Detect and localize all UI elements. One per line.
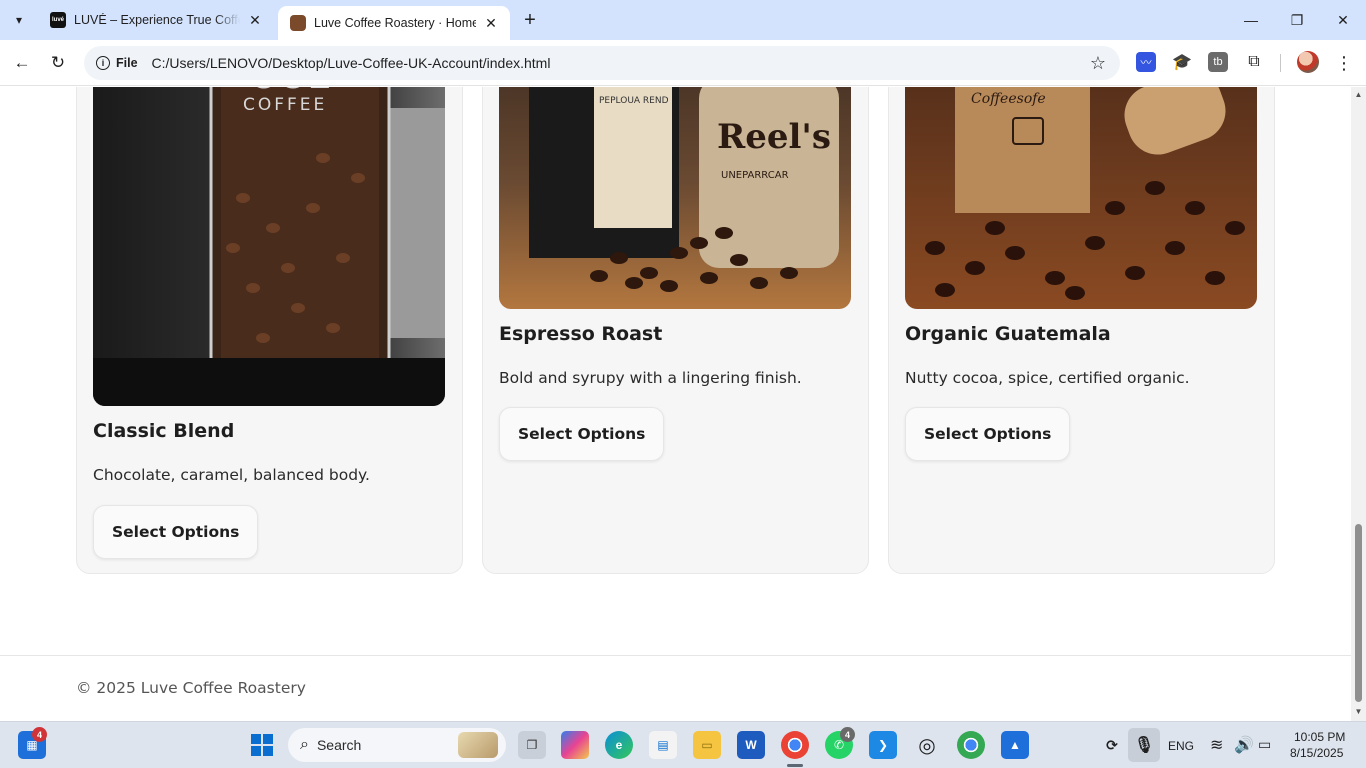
volume-icon[interactable]: 🔊 — [1234, 735, 1254, 755]
page-viewport: 8Oz COFFEE Classic Blend Chocolate, cara… — [0, 87, 1351, 721]
select-options-button[interactable]: Select Options — [93, 505, 259, 559]
page-scrollbar[interactable]: ▲ ▼ — [1351, 87, 1366, 721]
extension-graduation-cap-icon[interactable]: 🎓 — [1172, 52, 1192, 72]
product-description: Chocolate, caramel, balanced body. — [93, 466, 370, 484]
kraft-bag-illustration: Coffeesofe — [925, 87, 1245, 300]
coffee-bags-illustration: PEPLOUA REND Reel's UNEPARRCAR — [529, 87, 839, 292]
restore-window-icon[interactable]: ❐ — [1274, 0, 1320, 40]
product-description: Bold and syrupy with a lingering finish. — [499, 369, 802, 387]
clock-time[interactable]: 10:05 PM — [1294, 730, 1345, 744]
product-name: Classic Blend — [93, 420, 235, 442]
url-text[interactable]: C:/Users/LENOVO/Desktop/Luve-Coffee-UK-A… — [152, 55, 551, 71]
extensions-puzzle-icon[interactable]: ⧉ — [1244, 52, 1264, 72]
back-arrow-icon[interactable]: ← — [9, 50, 35, 76]
scroll-down-arrow-icon[interactable]: ▼ — [1354, 707, 1363, 716]
address-bar[interactable]: i File C:/Users/LENOVO/Desktop/Luve-Coff… — [84, 46, 1120, 80]
tab-title: LUVÉ – Experience True Coffee Excellence — [74, 13, 240, 27]
new-tab-button[interactable]: + — [518, 8, 542, 32]
task-view-icon[interactable]: ❐ — [518, 731, 546, 759]
tab-title: Luve Coffee Roastery · Home — [314, 16, 476, 30]
site-info-chip[interactable]: i File — [94, 51, 148, 75]
windows-taskbar: ▦ 4 ⌕ Search ❐ e ▤ ▭ W ✆ 4 ❯ ◎ ▲ ⟳ 🎙 ENG… — [0, 721, 1366, 768]
tray-app-icon[interactable]: ⟳ — [1098, 731, 1126, 759]
clock-date[interactable]: 8/15/2025 — [1290, 746, 1343, 760]
vscode-icon[interactable]: ❯ — [869, 731, 897, 759]
footer-copyright: © 2025 Luve Coffee Roastery — [76, 679, 306, 697]
svg-text:Reel's: Reel's — [717, 117, 831, 157]
search-label: Search — [316, 737, 362, 753]
svg-text:COFFEE: COFFEE — [243, 95, 327, 115]
svg-text:UNEPARRCAR: UNEPARRCAR — [721, 170, 789, 181]
bookmark-star-icon[interactable]: ☆ — [1090, 53, 1106, 74]
classic-blend-image: 8Oz COFFEE — [93, 87, 445, 406]
chrome-browser-icon[interactable] — [781, 731, 809, 759]
coffee-jar-illustration: 8Oz COFFEE — [93, 87, 445, 406]
start-windows-icon[interactable] — [248, 731, 276, 759]
footer-divider — [0, 655, 1351, 656]
taskbar-search-box[interactable]: ⌕ Search — [288, 728, 506, 762]
whatsapp-badge: 4 — [840, 727, 855, 742]
tab-luve-home[interactable]: Luve Coffee Roastery · Home ✕ — [278, 6, 510, 40]
app-ring-icon[interactable]: ◎ — [913, 731, 941, 759]
coffee-favicon-icon — [290, 15, 306, 31]
file-explorer-icon[interactable]: ▭ — [693, 731, 721, 759]
organic-guatemala-image: Coffeesofe — [905, 87, 1257, 309]
browser-tab-bar: ▾ luvé LUVÉ – Experience True Coffee Exc… — [0, 0, 1366, 40]
widgets-badge: 4 — [32, 727, 47, 742]
product-name: Organic Guatemala — [905, 323, 1111, 345]
close-tab-icon[interactable]: ✕ — [246, 11, 264, 29]
chrome-active-indicator — [787, 764, 803, 767]
minimize-window-icon[interactable]: — — [1228, 0, 1274, 40]
chrome-profile-icon[interactable] — [957, 731, 985, 759]
microsoft-store-icon[interactable]: ▤ — [649, 731, 677, 759]
product-name: Espresso Roast — [499, 323, 663, 345]
product-description: Nutty cocoa, spice, certified organic. — [905, 369, 1190, 387]
language-indicator[interactable]: ENG — [1168, 739, 1194, 753]
extension-tb-icon[interactable]: tb — [1208, 52, 1228, 72]
tab-search-dropdown-icon[interactable]: ▾ — [6, 8, 32, 32]
browser-toolbar: ← ↻ i File C:/Users/LENOVO/Desktop/Luve-… — [0, 40, 1366, 86]
wifi-icon[interactable]: ≋ — [1210, 735, 1223, 755]
svg-text:Coffeesofe: Coffeesofe — [971, 91, 1046, 107]
profile-avatar[interactable] — [1297, 51, 1319, 73]
luve-favicon-icon: luvé — [50, 12, 66, 28]
extension-waveform-icon[interactable]: 〰 — [1136, 52, 1156, 72]
search-highlight-icon — [458, 732, 498, 758]
close-tab-icon[interactable]: ✕ — [482, 14, 500, 32]
copilot-icon[interactable] — [561, 731, 589, 759]
battery-icon[interactable]: ▭ — [1258, 736, 1271, 753]
browser-menu-icon[interactable]: ⋮ — [1334, 51, 1354, 75]
microphone-icon[interactable]: 🎙 — [1128, 728, 1160, 762]
close-window-icon[interactable]: ✕ — [1320, 0, 1366, 40]
reload-icon[interactable]: ↻ — [45, 50, 71, 76]
scrollbar-thumb[interactable] — [1355, 524, 1362, 702]
site-info-label: File — [116, 56, 138, 70]
word-icon[interactable]: W — [737, 731, 765, 759]
photos-icon[interactable]: ▲ — [1001, 731, 1029, 759]
product-card-organic-guatemala: Coffeesofe Organic Guatemala Nutty cocoa… — [888, 87, 1275, 574]
edge-browser-icon[interactable]: e — [605, 731, 633, 759]
search-icon: ⌕ — [300, 736, 309, 753]
svg-text:PEPLOUA REND: PEPLOUA REND — [599, 96, 669, 106]
select-options-button[interactable]: Select Options — [499, 407, 665, 461]
tab-luve-experience[interactable]: luvé LUVÉ – Experience True Coffee Excel… — [38, 0, 274, 40]
product-card-classic-blend: 8Oz COFFEE Classic Blend Chocolate, cara… — [76, 87, 463, 574]
scroll-up-arrow-icon[interactable]: ▲ — [1354, 90, 1363, 99]
toolbar-divider — [1280, 54, 1281, 72]
select-options-button[interactable]: Select Options — [905, 407, 1071, 461]
product-card-espresso-roast: PEPLOUA REND Reel's UNEPARRCAR Espresso … — [482, 87, 869, 574]
info-icon: i — [96, 56, 110, 70]
espresso-roast-image: PEPLOUA REND Reel's UNEPARRCAR — [499, 87, 851, 309]
